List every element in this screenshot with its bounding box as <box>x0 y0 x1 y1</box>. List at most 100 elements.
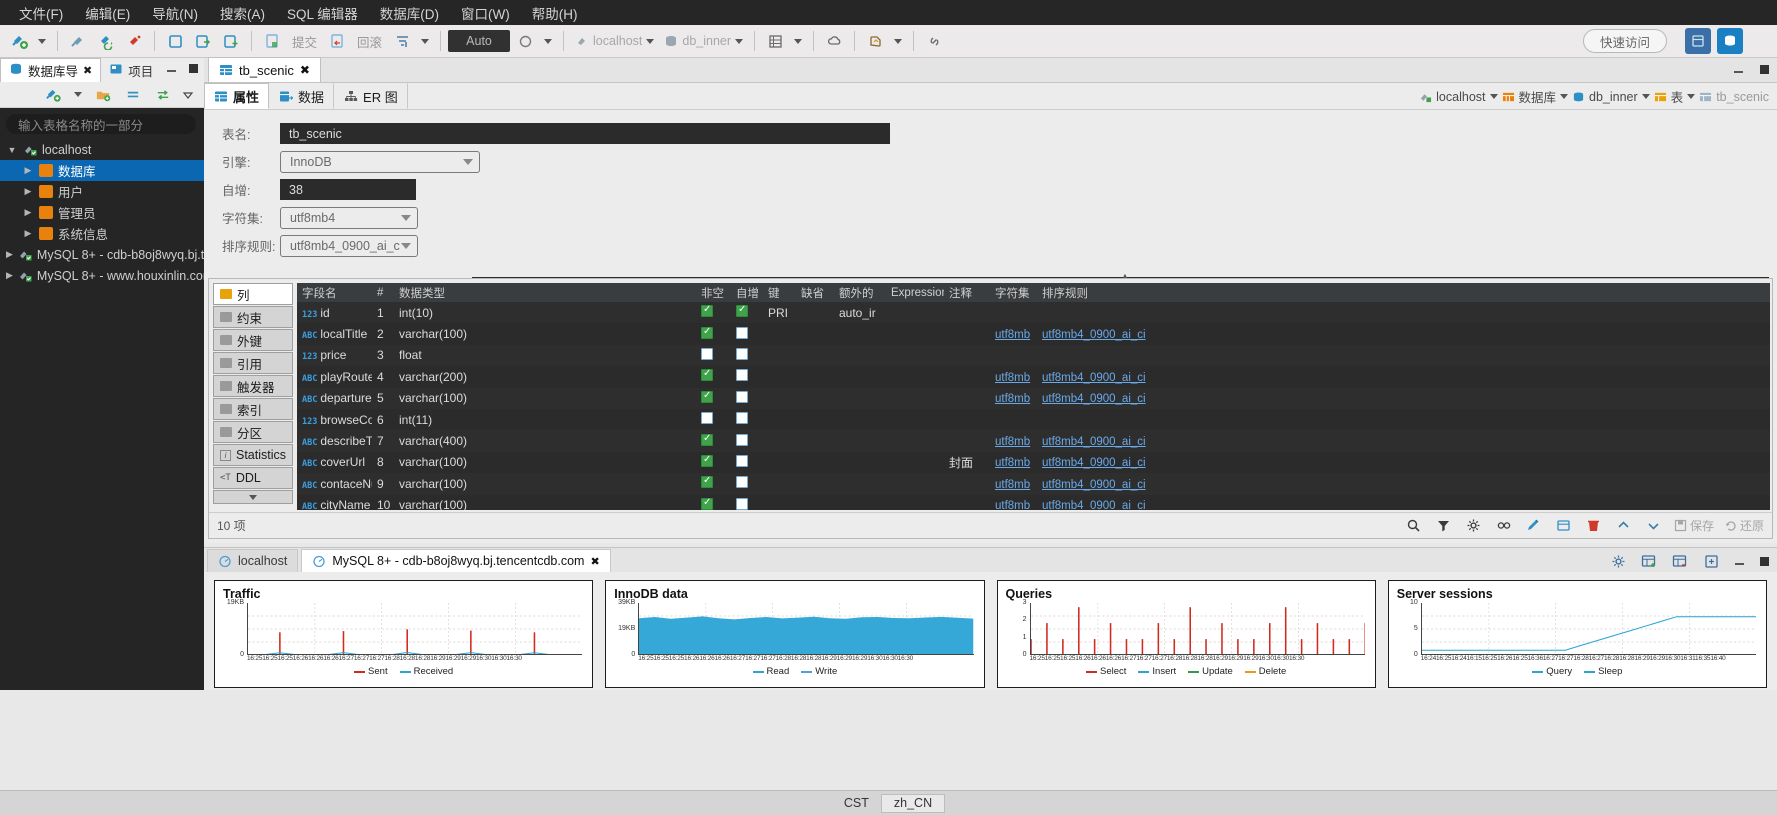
checkbox[interactable] <box>701 412 713 425</box>
menu-item-6[interactable]: 窗口(W) <box>450 1 521 25</box>
tab-1[interactable]: 数据 <box>269 83 335 109</box>
delete-row-icon[interactable] <box>1584 516 1604 536</box>
link-with-editor-icon[interactable] <box>150 82 176 107</box>
menu-item-1[interactable]: 编辑(E) <box>74 1 141 25</box>
chevron-right-icon[interactable]: ▶ <box>22 186 34 197</box>
breadcrumb-item-0[interactable]: localhost <box>1419 90 1486 104</box>
chevron-down-icon[interactable] <box>463 158 473 165</box>
editor-tab-tb-scenic[interactable]: tb_scenic ✖ <box>208 57 321 82</box>
left-panel-tab-1[interactable]: 项目 <box>101 58 161 82</box>
sub-object-tab-0[interactable]: 列 <box>213 283 293 305</box>
link[interactable]: utf8mb4_0900_ai_ci <box>1042 500 1146 510</box>
checkbox[interactable] <box>736 433 748 446</box>
table-row[interactable]: ABCdeparture 5 varchar(100) utf8mb utf8m… <box>297 387 1770 409</box>
chevron-down-icon[interactable] <box>401 214 411 221</box>
rollback-label[interactable]: 回滚 <box>352 32 387 51</box>
chart-3[interactable]: Server sessions 10 5 0 16:2416:2516:2416:1… <box>1387 580 1767 688</box>
tree-node-0[interactable]: ▼ localhost <box>0 139 204 160</box>
chart-2[interactable]: Queries 3 2 1 0 16:2516:2516:2516:2616:2616… <box>996 580 1376 688</box>
link[interactable]: utf8mb4_0900_ai_ci <box>1042 372 1146 384</box>
new-connection-dropdown-icon[interactable] <box>34 30 50 52</box>
collapse-all-icon[interactable] <box>120 82 146 107</box>
chevron-down-icon[interactable] <box>1560 94 1569 99</box>
tab-0[interactable]: 属性 <box>204 83 270 109</box>
property-value[interactable]: tb_scenic <box>280 123 890 144</box>
reset-dashboard-icon[interactable] <box>1701 551 1721 571</box>
sub-object-tab-6[interactable]: 分区 <box>213 421 293 443</box>
maximize-icon[interactable] <box>186 61 200 75</box>
link[interactable]: utf8mb <box>995 436 1030 448</box>
property-combo[interactable]: utf8mb4 <box>280 206 418 229</box>
chevron-right-icon[interactable]: ▶ <box>22 228 34 239</box>
link[interactable]: utf8mb4_0900_ai_ci <box>1042 393 1146 405</box>
export-dropdown-icon[interactable] <box>890 30 906 52</box>
minimize-icon[interactable] <box>164 61 178 75</box>
transaction-mode-icon[interactable] <box>389 29 415 54</box>
link[interactable]: utf8mb <box>995 329 1030 341</box>
column-header-1[interactable]: # <box>372 287 394 299</box>
column-header-5[interactable]: 键 <box>763 285 796 301</box>
sub-object-tab-4[interactable]: 触发器 <box>213 375 293 397</box>
data-grid-icon[interactable] <box>762 29 788 54</box>
new-connection-dropdown-icon[interactable] <box>70 84 86 106</box>
sub-object-tab-1[interactable]: 约束 <box>213 306 293 328</box>
breadcrumb-item-3[interactable]: 表 <box>1654 87 1683 106</box>
active-database-selector[interactable]: db_inner <box>660 29 747 53</box>
settings-gear-icon[interactable] <box>1608 551 1628 571</box>
sub-object-tab-scroll-down[interactable] <box>213 490 293 504</box>
search-icon[interactable] <box>1404 516 1424 536</box>
sql-editor-new-icon[interactable] <box>162 29 188 54</box>
sql-editor-open-icon[interactable] <box>190 29 216 54</box>
checkbox[interactable] <box>701 454 713 467</box>
close-icon[interactable]: ✖ <box>300 63 310 77</box>
link[interactable]: utf8mb4_0900_ai_ci <box>1042 436 1146 448</box>
checkbox[interactable] <box>736 390 748 403</box>
tree-node-5[interactable]: ▶ MySQL 8+ - cdb-b8oj8wyq.bj.tenc <box>0 244 224 265</box>
chevron-down-icon[interactable] <box>1641 94 1650 99</box>
column-header-3[interactable]: 非空 <box>696 285 731 301</box>
breadcrumb-item-2[interactable]: db_inner <box>1572 90 1638 104</box>
checkbox[interactable] <box>701 390 713 403</box>
link[interactable]: utf8mb <box>995 372 1030 384</box>
column-header-0[interactable]: 字段名 <box>297 285 372 301</box>
checkbox[interactable] <box>736 497 748 510</box>
column-header-2[interactable]: 数据类型 <box>394 285 696 301</box>
perspective-database-icon[interactable] <box>1685 28 1711 54</box>
chevron-right-icon[interactable]: ▶ <box>22 207 34 218</box>
remove-dashboard-icon[interactable] <box>1670 551 1690 571</box>
chevron-down-icon[interactable] <box>1687 94 1696 99</box>
chart-0[interactable]: Traffic 19KB 0 16:2516:2516:2516:2616:261… <box>214 580 594 688</box>
link[interactable]: utf8mb <box>995 393 1030 405</box>
tree-node-6[interactable]: ▶ MySQL 8+ - www.houxinlin.com <box>0 265 213 286</box>
checkbox[interactable] <box>701 347 713 360</box>
column-header-8[interactable]: Expression <box>886 287 944 299</box>
add-dashboard-icon[interactable] <box>1639 551 1659 571</box>
menu-item-0[interactable]: 文件(F) <box>8 1 74 25</box>
column-header-10[interactable]: 字符集 <box>990 285 1037 301</box>
settings-gear-icon[interactable] <box>1464 516 1484 536</box>
table-row[interactable]: 123 browseCo 6 int(11) <box>297 409 1770 430</box>
table-row[interactable]: ABClocalTitle 2 varchar(100) utf8mb utf8… <box>297 323 1770 344</box>
column-header-7[interactable]: 额外的 <box>834 285 886 301</box>
chevron-down-icon[interactable] <box>401 242 411 249</box>
move-up-icon[interactable] <box>1614 516 1634 536</box>
table-row[interactable]: ABCplayRoute 4 varchar(200) utf8mb utf8m… <box>297 366 1770 387</box>
edit-pencil-icon[interactable] <box>1524 516 1544 536</box>
tree-node-2[interactable]: ▶ 用户 <box>0 181 204 202</box>
sql-editor-add-icon[interactable] <box>218 29 244 54</box>
commit-label[interactable]: 提交 <box>287 32 322 51</box>
chart-1[interactable]: InnoDB data 39KB 19KB 0 16:2516:2516:2516:… <box>605 580 985 688</box>
rollback-icon[interactable] <box>324 29 350 54</box>
commit-icon[interactable] <box>259 29 285 54</box>
save-button[interactable]: 保存 <box>1674 517 1714 534</box>
auto-commit-dropdown-icon[interactable] <box>540 30 556 52</box>
column-header-9[interactable]: 注释 <box>944 285 990 301</box>
sub-object-tab-3[interactable]: 引用 <box>213 352 293 374</box>
close-icon[interactable]: ✖ <box>590 555 599 568</box>
checkbox[interactable] <box>701 476 713 489</box>
transaction-dropdown-icon[interactable] <box>417 30 433 52</box>
minimize-icon[interactable] <box>1731 62 1745 76</box>
chevron-right-icon[interactable]: ▶ <box>22 165 34 176</box>
table-row[interactable]: ABCdescribeT› 7 varchar(400) utf8mb utf8… <box>297 430 1770 452</box>
sub-object-tab-2[interactable]: 外键 <box>213 329 293 351</box>
